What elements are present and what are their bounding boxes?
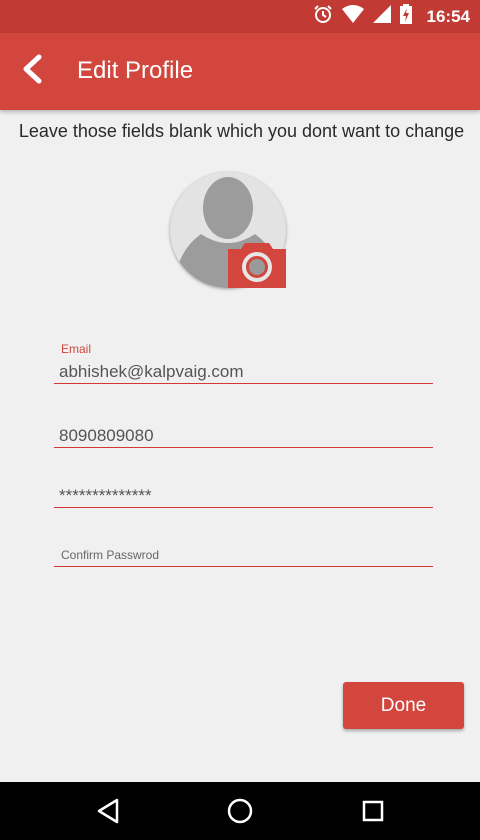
change-photo-button[interactable] — [228, 240, 286, 288]
navigation-bar — [0, 782, 480, 840]
password-field[interactable]: ************** — [54, 480, 433, 508]
back-button[interactable] — [8, 47, 56, 95]
password-input[interactable]: ************** — [59, 485, 433, 507]
recents-square-icon — [362, 800, 384, 822]
back-triangle-icon — [97, 798, 119, 824]
alarm-icon — [313, 4, 333, 29]
status-time: 16:54 — [426, 6, 470, 26]
status-bar: 16:54 — [0, 0, 480, 33]
instruction-text: Leave those fields blank which you dont … — [18, 121, 465, 141]
confirm-password-field[interactable]: Confirm Passwrod — [54, 547, 433, 567]
phone-input[interactable]: 8090809080 — [59, 425, 433, 447]
email-label: Email — [61, 342, 92, 356]
home-circle-icon — [227, 798, 253, 824]
nav-back-button[interactable] — [93, 796, 123, 826]
battery-charging-icon — [399, 4, 412, 29]
nav-recents-button[interactable] — [358, 796, 388, 826]
app-bar: Edit Profile — [0, 33, 480, 110]
confirm-password-input[interactable]: Confirm Passwrod — [61, 547, 433, 563]
nav-home-button[interactable] — [225, 796, 255, 826]
done-button[interactable]: Done — [343, 682, 464, 729]
email-field[interactable]: Email abhishek@kalpvaig.com — [54, 342, 433, 384]
chevron-left-icon — [21, 54, 43, 89]
signal-icon — [372, 5, 391, 28]
email-input[interactable]: abhishek@kalpvaig.com — [59, 361, 433, 383]
phone-field[interactable]: 8090809080 — [54, 420, 433, 448]
camera-icon — [228, 243, 286, 288]
page-title: Edit Profile — [77, 57, 194, 84]
status-icons: 16:54 — [313, 0, 470, 33]
wifi-icon — [341, 5, 364, 28]
